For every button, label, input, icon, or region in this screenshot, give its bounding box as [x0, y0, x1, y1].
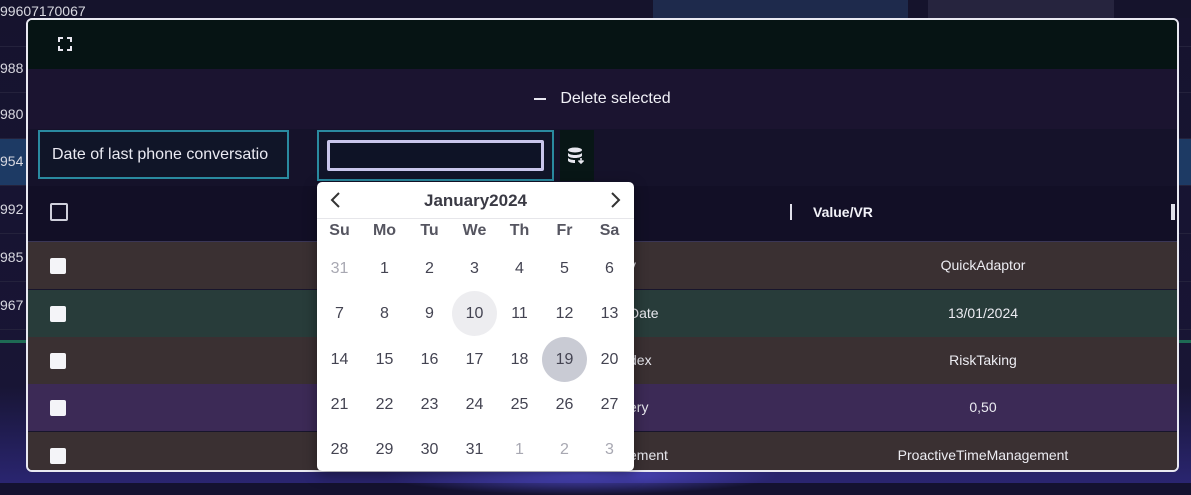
- database-icon: [568, 147, 585, 164]
- calendar-day[interactable]: 8: [362, 291, 407, 336]
- calendar-day[interactable]: 26: [542, 382, 587, 427]
- column-separator[interactable]: [1171, 204, 1175, 220]
- calendar-day[interactable]: 9: [407, 291, 452, 336]
- calendar-day[interactable]: 17: [452, 337, 497, 382]
- row-value: RiskTaking: [949, 352, 1017, 368]
- calendar-day[interactable]: 1: [362, 246, 407, 291]
- calendar-day[interactable]: 10: [452, 291, 497, 336]
- calendar-day[interactable]: 20: [587, 337, 632, 382]
- background-row-id: 967: [0, 297, 24, 313]
- background-row-id: 954: [0, 153, 24, 169]
- background-row-id: 985: [0, 249, 24, 265]
- background-row-id: 980: [0, 106, 24, 122]
- calendar-day[interactable]: 25: [497, 382, 542, 427]
- date-input[interactable]: [327, 140, 544, 171]
- row-value: QuickAdaptor: [940, 257, 1026, 273]
- weekday-label: Tu: [420, 222, 439, 239]
- calendar-month-title: January2024: [423, 191, 528, 210]
- weekday-label: Mo: [372, 222, 397, 239]
- calendar-day[interactable]: 2: [542, 427, 587, 472]
- row-value: 13/01/2024: [947, 305, 1019, 321]
- weekday-label: Th: [509, 222, 530, 239]
- calendar-day[interactable]: 29: [362, 427, 407, 472]
- calendar-day[interactable]: 11: [497, 291, 542, 336]
- calendar-day[interactable]: 15: [362, 337, 407, 382]
- calendar-day[interactable]: 1: [497, 427, 542, 472]
- background-row-id: 99607170067: [0, 3, 86, 19]
- calendar-day[interactable]: 31: [452, 427, 497, 472]
- filter-property-field[interactable]: Date of last phone conversatio: [38, 130, 289, 179]
- modal-toolbar: [28, 20, 1177, 69]
- row-value: ProactiveTimeManagement: [897, 447, 1069, 463]
- calendar-day[interactable]: 30: [407, 427, 452, 472]
- row-property-label: ement: [629, 447, 668, 463]
- calendar-day[interactable]: 4: [497, 246, 542, 291]
- calendar-day[interactable]: 3: [452, 246, 497, 291]
- row-checkbox[interactable]: [50, 448, 66, 464]
- database-filter-button[interactable]: [560, 130, 594, 181]
- weekday-label: Su: [329, 222, 350, 239]
- calendar-day[interactable]: 14: [317, 337, 362, 382]
- date-input-wrapper: [317, 130, 554, 181]
- calendar-day[interactable]: 21: [317, 382, 362, 427]
- value-column-header[interactable]: Value/VR: [813, 204, 873, 220]
- calendar-day[interactable]: 28: [317, 427, 362, 472]
- calendar-day[interactable]: 19: [542, 337, 587, 382]
- date-picker-popup: January2024 Su Mo Tu We Th Fr Sa 31 1 2 3 4 5 6 7 8 9 10 1…: [317, 182, 634, 471]
- row-checkbox[interactable]: [50, 353, 66, 369]
- calendar-day[interactable]: 6: [587, 246, 632, 291]
- calendar-day[interactable]: 13: [587, 291, 632, 336]
- calendar-day[interactable]: 22: [362, 382, 407, 427]
- row-value: 0,50: [969, 399, 997, 415]
- calendar-header: January2024: [317, 182, 634, 219]
- minus-icon: [534, 98, 547, 100]
- delete-selected-button[interactable]: Delete selected: [28, 69, 1177, 129]
- calendar-day[interactable]: 27: [587, 382, 632, 427]
- calendar-day[interactable]: 24: [452, 382, 497, 427]
- weekday-label: We: [462, 222, 487, 239]
- column-separator[interactable]: [790, 204, 792, 220]
- calendar-day[interactable]: 2: [407, 246, 452, 291]
- expand-icon[interactable]: [58, 37, 72, 51]
- background-row-id: 992: [0, 201, 24, 217]
- select-all-checkbox[interactable]: [50, 203, 68, 221]
- calendar-day[interactable]: 12: [542, 291, 587, 336]
- calendar-day[interactable]: 7: [317, 291, 362, 336]
- chevron-right-icon[interactable]: [605, 190, 625, 210]
- calendar-day[interactable]: 16: [407, 337, 452, 382]
- row-checkbox[interactable]: [50, 400, 66, 416]
- background-row-id: 988: [0, 60, 24, 76]
- calendar-day[interactable]: 31: [317, 246, 362, 291]
- row-checkbox[interactable]: [50, 258, 66, 274]
- calendar-day[interactable]: 18: [497, 337, 542, 382]
- delete-selected-label: Delete selected: [560, 90, 671, 107]
- weekday-label: Fr: [556, 222, 573, 239]
- row-checkbox[interactable]: [50, 306, 66, 322]
- calendar-day[interactable]: 23: [407, 382, 452, 427]
- calendar-day[interactable]: 3: [587, 427, 632, 472]
- calendar-day[interactable]: 5: [542, 246, 587, 291]
- filter-row: Date of last phone conversatio: [28, 129, 1177, 186]
- weekday-label: Sa: [599, 222, 620, 239]
